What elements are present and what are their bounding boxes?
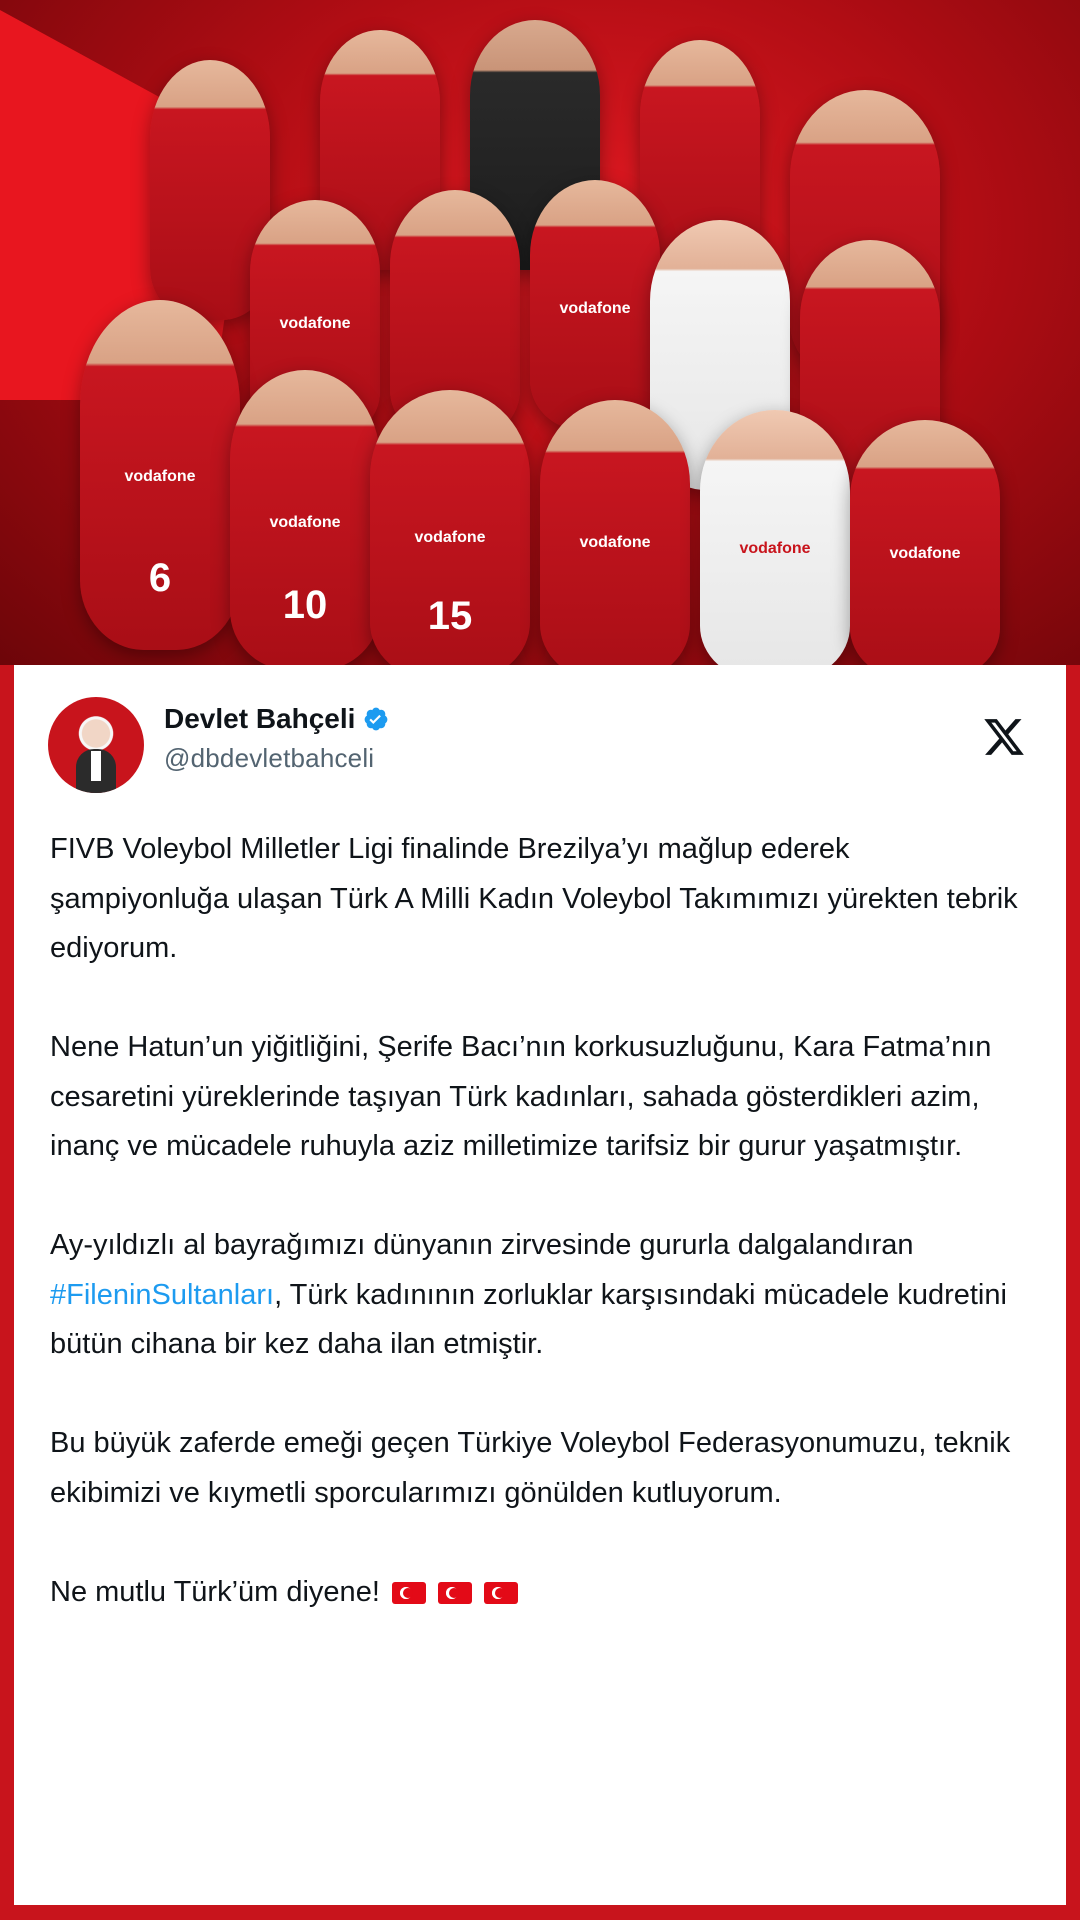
tweet-paragraph: Nene Hatun’un yiğitliğini, Şerife Bacı’n…: [50, 1031, 992, 1162]
player-figure: vodafone 6: [80, 300, 240, 650]
turkey-flag-icon: [391, 1581, 426, 1604]
paragraph-text: Ne mutlu Türk’üm diyene!: [50, 1575, 380, 1608]
post-frame: vodafone vodafone vodafone 6 vodafone 10…: [0, 0, 1080, 1920]
player-figure: vodafone: [850, 420, 1000, 665]
side-bar: [0, 665, 14, 1920]
author-block: Devlet Bahçeli @dbdevletbahceli: [164, 703, 389, 774]
tweet-text: FIVB Voleybol Milletler Ligi finalinde B…: [50, 825, 1030, 1667]
sponsor-text: vodafone: [279, 315, 351, 333]
sponsor-text: vodafone: [269, 514, 341, 531]
avatar[interactable]: [48, 697, 144, 793]
verified-badge-icon: [365, 707, 388, 731]
turkey-flag-icon: [438, 1581, 472, 1604]
player-figure: vodafone: [530, 180, 660, 430]
paragraph-text: Ay-yıldızlı al bayrağımızı dünyanın zirv…: [50, 1229, 914, 1261]
sponsor-text: vodafone: [579, 534, 651, 552]
sponsor-text: vodafone: [559, 300, 631, 317]
sponsor-text: vodafone: [889, 544, 961, 562]
jersey-number: 10: [282, 583, 328, 627]
player-figure: vodafone: [700, 410, 850, 665]
tweet-paragraph: Ay-yıldızlı al bayrağımızı dünyanın zirv…: [50, 1221, 1030, 1370]
player-figure: vodafone 15: [370, 390, 530, 665]
author-name-row: Devlet Bahçeli: [164, 703, 389, 735]
hashtag-link[interactable]: #FileninSultanları: [50, 1279, 274, 1311]
turkey-flag-icon: [484, 1581, 519, 1604]
sponsor-text: vodafone: [124, 468, 196, 485]
jersey-number: 6: [148, 556, 172, 600]
player-figure: vodafone: [540, 400, 690, 665]
avatar-shirt: [91, 751, 101, 781]
author-handle[interactable]: @dbdevletbahceli: [164, 743, 389, 774]
sponsor-text: vodafone: [739, 539, 811, 557]
sponsor-text: vodafone: [414, 529, 486, 547]
player-figure: vodafone 10: [230, 370, 380, 665]
tweet-paragraph: Ne mutlu Türk’üm diyene!: [50, 1568, 1030, 1618]
author-display-name[interactable]: Devlet Bahçeli: [164, 703, 355, 735]
tweet-card[interactable]: Devlet Bahçeli @dbdevletbahceli FIVB Vol…: [14, 665, 1066, 1905]
tweet-paragraph: Bu büyük zaferde emeği geçen Türkiye Vol…: [50, 1427, 1011, 1509]
jersey-number: 15: [427, 594, 473, 639]
x-logo-icon[interactable]: [982, 715, 1026, 759]
side-bar: [1066, 665, 1080, 1920]
team-photo[interactable]: vodafone vodafone vodafone 6 vodafone 10…: [0, 0, 1080, 665]
tweet-header: Devlet Bahçeli @dbdevletbahceli: [34, 685, 1046, 795]
tweet-paragraph: FIVB Voleybol Milletler Ligi finalinde B…: [50, 833, 1018, 964]
